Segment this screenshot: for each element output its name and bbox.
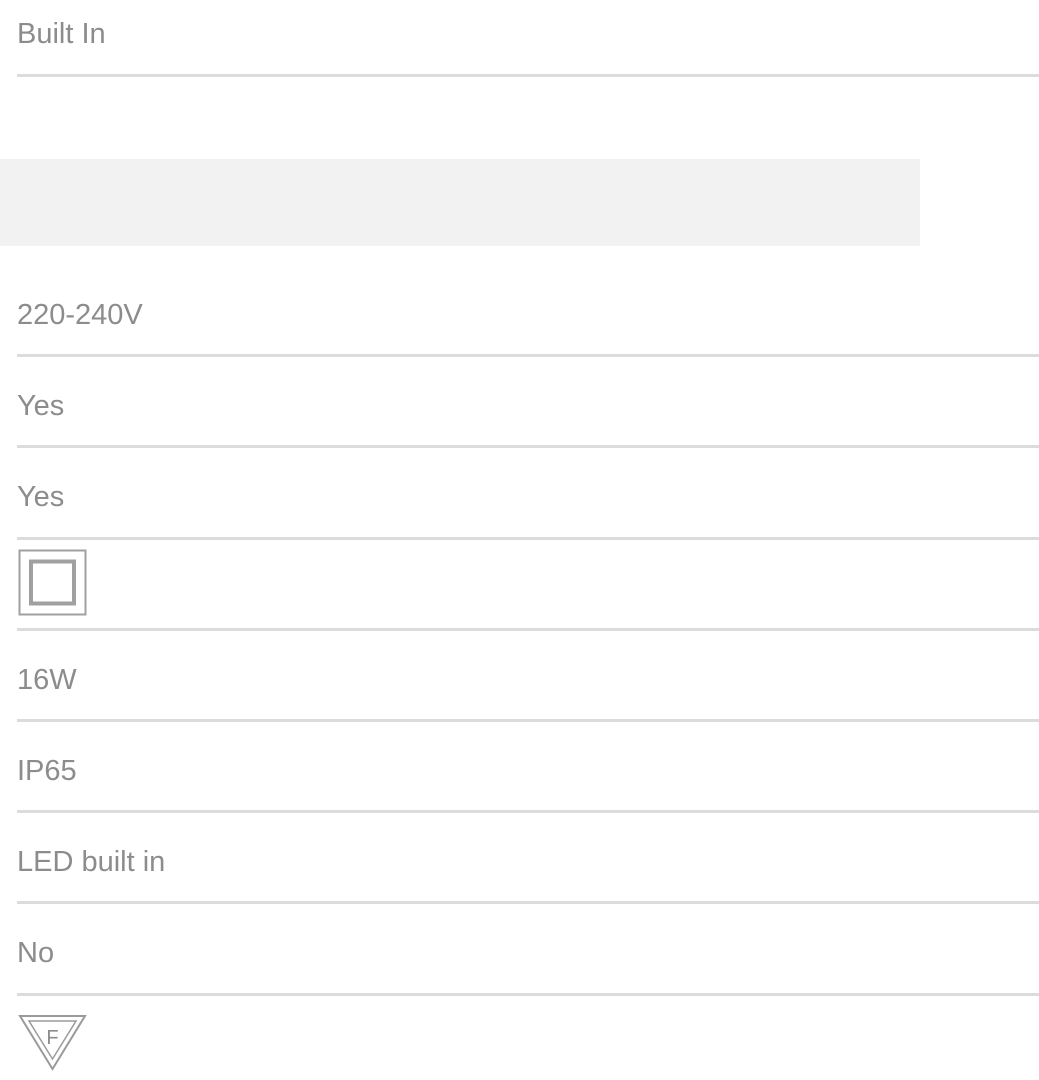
spec-value: Yes xyxy=(17,390,65,422)
spec-row-voltage: 220-240V xyxy=(17,266,1039,357)
spec-value: Yes xyxy=(17,481,65,513)
spec-value: LED built in xyxy=(17,846,166,878)
spec-row-yes-1: Yes xyxy=(17,357,1039,448)
spec-row-no: No xyxy=(17,904,1039,996)
section-band xyxy=(0,159,920,246)
spec-row-mounting: Built In xyxy=(17,0,1039,77)
f-mark-triangle-icon: F xyxy=(18,1013,88,1073)
class-ii-double-insulation-icon xyxy=(18,549,88,617)
spec-row-light-source: LED built in xyxy=(17,813,1039,904)
spec-row-wattage: 16W xyxy=(17,631,1039,722)
spec-value: Built In xyxy=(17,18,106,50)
spec-value: 16W xyxy=(17,664,77,696)
spec-value: IP65 xyxy=(17,755,77,787)
spec-row-yes-2: Yes xyxy=(17,448,1039,540)
spec-row-f-mark: F xyxy=(17,996,1039,1080)
spec-row-insulation-class xyxy=(17,540,1039,631)
spec-value: No xyxy=(17,937,55,969)
f-mark-letter: F xyxy=(46,1027,58,1049)
spec-value: 220-240V xyxy=(17,299,143,331)
spec-row-ip-rating: IP65 xyxy=(17,722,1039,813)
